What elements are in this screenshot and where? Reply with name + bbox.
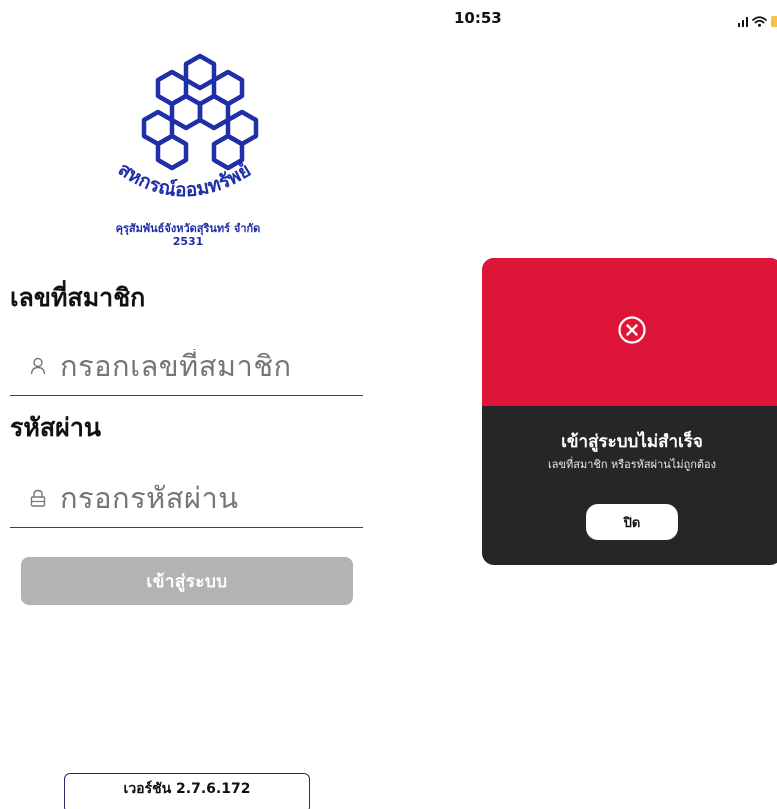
- login-button[interactable]: เข้าสู่ระบบ: [21, 557, 353, 605]
- status-bar-time: 10:53: [454, 9, 502, 27]
- coop-logo: สหกรณ์ออมทรัพย์: [114, 53, 259, 201]
- org-name-line1: คุรุสัมพันธ์จังหวัดสุรินทร์ จำกัด: [115, 222, 261, 235]
- login-screen: สหกรณ์ออมทรัพย์ คุรุสัมพันธ์จังหวัดสุริน…: [0, 0, 370, 809]
- error-dialog-message: เลขที่สมาชิก หรือรหัสผ่านไม่ถูกต้อง: [547, 458, 717, 471]
- battery-icon: [771, 16, 777, 27]
- version-badge: เวอร์ชัน 2.7.6.172: [64, 773, 310, 809]
- close-button[interactable]: ปิด: [586, 504, 678, 540]
- app-stage: สหกรณ์ออมทรัพย์ คุรุสัมพันธ์จังหวัดสุริน…: [0, 0, 777, 809]
- password-label: รหัสผ่าน: [10, 413, 101, 442]
- lock-icon: [28, 488, 48, 508]
- signal-icon: [737, 16, 748, 27]
- user-icon: [28, 356, 48, 376]
- member-number-label: เลขที่สมาชิก: [10, 283, 146, 312]
- password-input[interactable]: [60, 480, 350, 515]
- status-bar-icons: [737, 12, 777, 31]
- org-name-line2: 2531: [172, 235, 204, 248]
- error-dialog-title: เข้าสู่ระบบไม่สำเร็จ: [561, 432, 703, 452]
- member-number-field[interactable]: [10, 336, 363, 396]
- password-field[interactable]: [10, 468, 363, 528]
- member-number-input[interactable]: [60, 348, 350, 383]
- error-dialog: เข้าสู่ระบบไม่สำเร็จ เลขที่สมาชิก หรือรห…: [482, 258, 777, 565]
- error-dialog-header: [482, 258, 777, 406]
- phone-screen: 10:53 เข้าสู่ระบบไม่สำเร็จ เลขที่สมาชิก …: [400, 0, 777, 809]
- wifi-icon: [752, 12, 767, 31]
- close-circle-icon: [617, 315, 647, 349]
